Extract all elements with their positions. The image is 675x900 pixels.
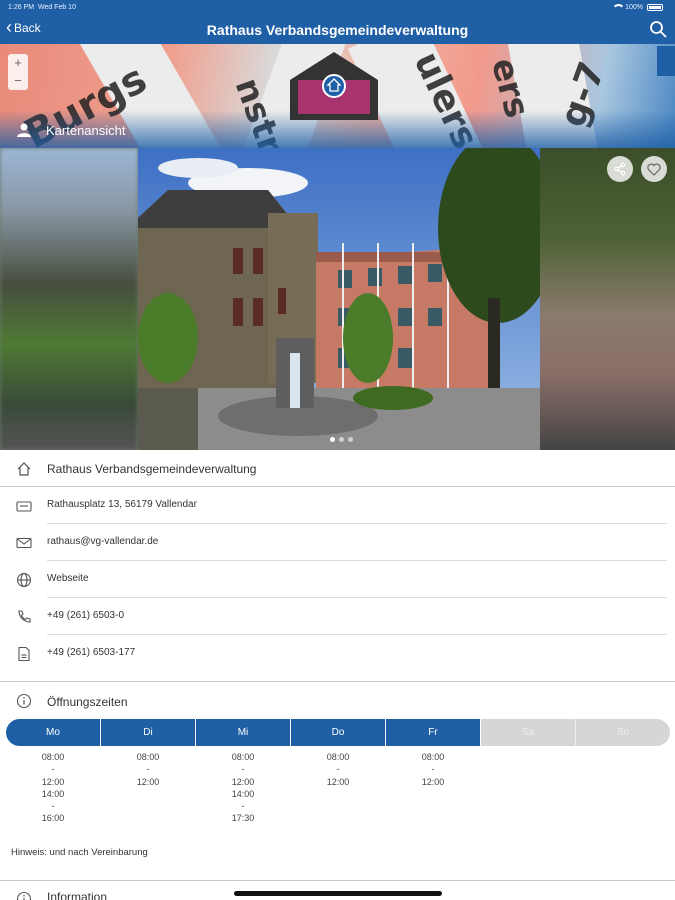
phone-link[interactable]: +49 (261) 6503-0 (47, 610, 124, 621)
page-title: Rathaus Verbandsgemeindeverwaltung (206, 22, 469, 38)
address-text[interactable]: Rathausplatz 13, 56179 Vallendar (47, 499, 197, 510)
time-value: 08:00 (136, 752, 160, 762)
time-value: 12:00 (231, 776, 255, 787)
home-indicator[interactable] (234, 891, 442, 896)
gallery-prev-image[interactable] (0, 148, 138, 450)
day-tab-fr[interactable]: Fr (386, 719, 481, 746)
gallery-dot (339, 437, 344, 442)
gallery-next-image[interactable] (540, 148, 675, 450)
weekday-selector: Mo Di Mi Do Fr Sa So (6, 719, 670, 746)
time-value: 08:00 (326, 752, 350, 762)
favorite-button[interactable] (641, 156, 667, 182)
day-tab-do[interactable]: Do (291, 719, 386, 746)
status-time: 1:26 PM Wed Feb 10 (8, 4, 76, 11)
time-separator: - (241, 764, 245, 775)
hours-note: Hinweis: und nach Vereinbarung (11, 847, 148, 858)
opening-hours-title: Öffnungszeiten (47, 695, 128, 709)
battery-icon (647, 4, 663, 11)
detail-fax-row[interactable]: +49 (261) 6503-177 (0, 635, 675, 672)
hours-column-do: 08:00 - 12:00 (291, 751, 385, 788)
hours-column-mi: 08:00 - 12:00 14:00 - 17:30 (196, 751, 290, 825)
detail-email-row[interactable]: rathaus@vg-vallendar.de (0, 524, 675, 561)
hours-column-fr: 08:00 - 12:00 (386, 751, 480, 788)
detail-phone-row[interactable]: +49 (261) 6503-0 (0, 598, 675, 635)
time-value: 14:00 (231, 788, 255, 799)
info-icon (16, 891, 32, 900)
search-icon[interactable] (649, 20, 667, 38)
map-view[interactable]: Burgs nstr ulers ers g-7 + − Kartenansic… (0, 44, 675, 150)
address-card-icon (16, 501, 32, 512)
zoom-in-button[interactable]: + (8, 54, 28, 72)
time-value: 17:30 (231, 813, 255, 824)
map-view-toggle[interactable]: Kartenansicht (16, 122, 126, 138)
wifi-icon (612, 4, 626, 11)
heart-icon (647, 163, 661, 176)
map-poi-marker (657, 46, 675, 76)
share-button[interactable] (607, 156, 633, 182)
building-photo (138, 148, 540, 450)
time-value: 14:00 (41, 788, 65, 799)
photo-gallery[interactable] (0, 148, 675, 450)
phone-icon (18, 610, 31, 623)
detail-name-row: Rathaus Verbandsgemeindeverwaltung (0, 450, 675, 487)
place-name: Rathaus Verbandsgemeindeverwaltung (47, 462, 257, 476)
person-pin-icon (17, 123, 31, 137)
time-value: 16:00 (41, 813, 65, 824)
info-icon (16, 693, 32, 709)
day-tab-mo[interactable]: Mo (6, 719, 101, 746)
time-separator: - (146, 764, 150, 775)
time-separator: - (51, 764, 55, 775)
time-separator: - (241, 801, 245, 812)
time-value: 12:00 (326, 776, 350, 787)
share-icon (614, 162, 626, 176)
fax-document-icon (18, 646, 30, 662)
divider (0, 880, 675, 881)
status-battery: 100% (612, 4, 663, 11)
day-tab-so[interactable]: So (576, 719, 670, 746)
time-value: 08:00 (41, 752, 65, 762)
day-tab-sa[interactable]: Sa (481, 719, 576, 746)
home-icon (17, 462, 31, 476)
globe-icon (16, 572, 32, 588)
hours-column-di: 08:00 - 12:00 (101, 751, 195, 788)
time-value: 12:00 (41, 776, 65, 787)
detail-address-row[interactable]: Rathausplatz 13, 56179 Vallendar (0, 487, 675, 524)
time-value: 08:00 (231, 752, 255, 762)
navigation-bar: 1:26 PM Wed Feb 10 100% ‹ Back Rathaus V… (0, 0, 675, 44)
status-bar: 1:26 PM Wed Feb 10 100% (0, 0, 675, 14)
email-link[interactable]: rathaus@vg-vallendar.de (47, 536, 158, 547)
time-value: 12:00 (421, 776, 445, 787)
day-tab-mi[interactable]: Mi (196, 719, 291, 746)
gallery-dot (348, 437, 353, 442)
time-value: 08:00 (421, 752, 445, 762)
time-value: 12:00 (136, 776, 160, 787)
day-tab-di[interactable]: Di (101, 719, 196, 746)
detail-website-row[interactable]: Webseite (0, 561, 675, 598)
map-zoom-control[interactable]: + − (8, 54, 28, 90)
gallery-page-indicator (330, 437, 353, 442)
zoom-out-button[interactable]: − (8, 72, 28, 90)
divider (0, 681, 675, 682)
time-separator: - (336, 764, 340, 775)
mail-icon (16, 537, 32, 549)
time-separator: - (51, 801, 55, 812)
time-separator: - (431, 764, 435, 775)
map-view-label: Kartenansicht (46, 122, 126, 138)
fax-text[interactable]: +49 (261) 6503-177 (47, 647, 135, 658)
website-link[interactable]: Webseite (47, 573, 89, 584)
information-section-title[interactable]: Information (47, 890, 107, 900)
gallery-dot-active (330, 437, 335, 442)
hours-column-mo: 08:00 - 12:00 14:00 - 16:00 (6, 751, 100, 825)
location-pin-icon[interactable] (288, 50, 380, 122)
